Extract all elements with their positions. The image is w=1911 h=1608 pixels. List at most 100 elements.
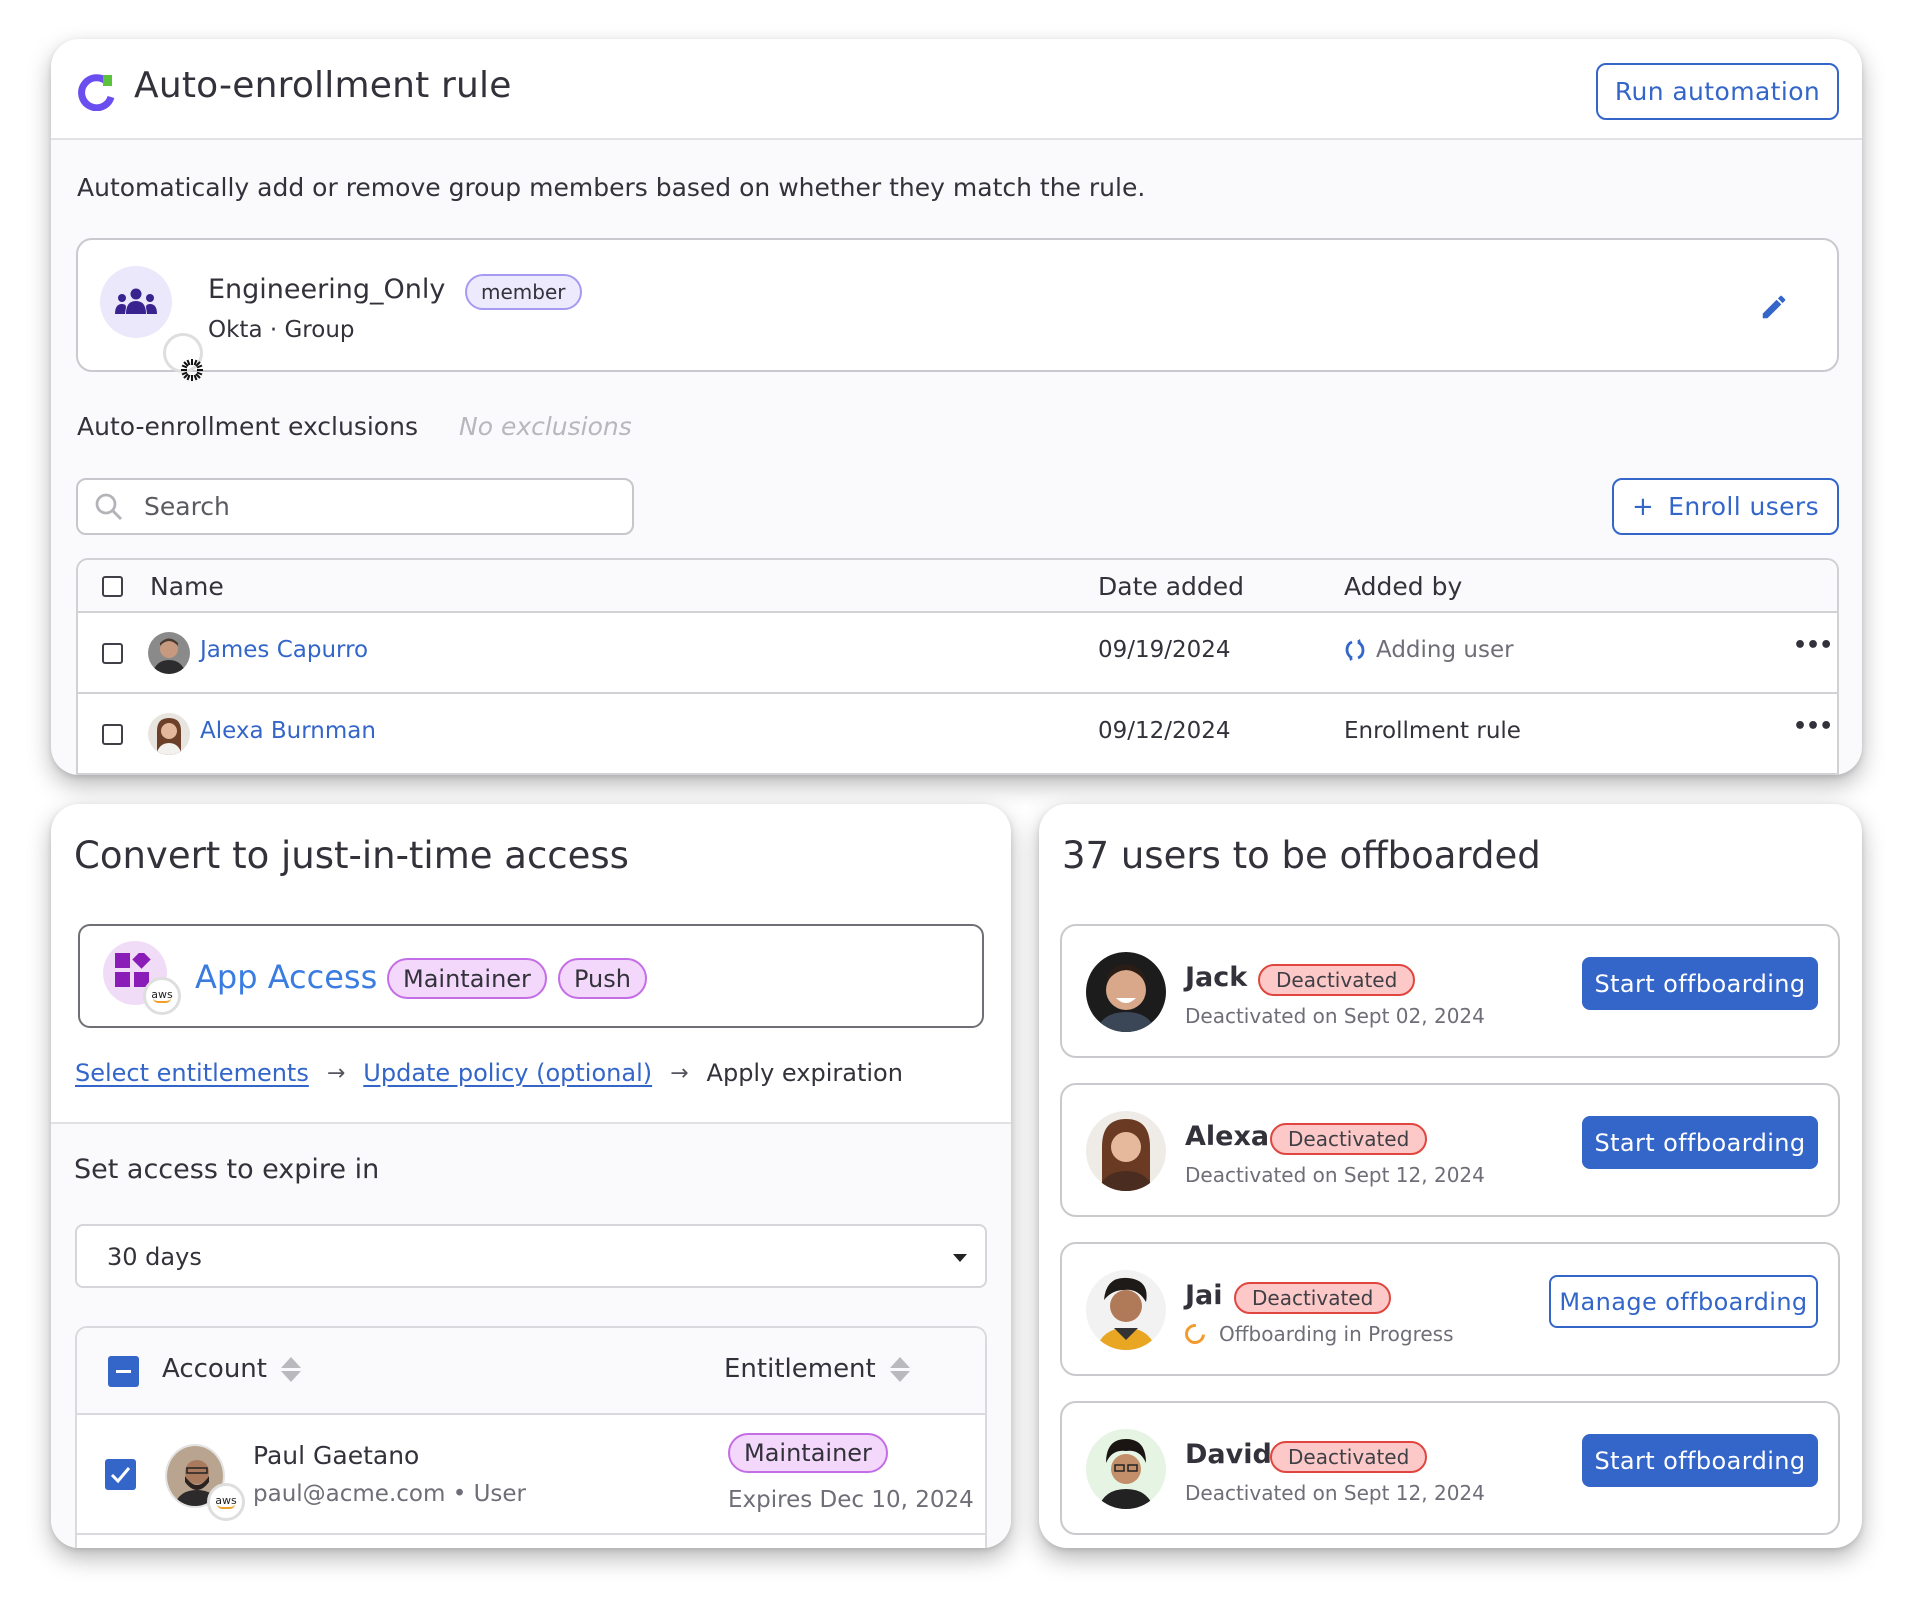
run-automation-button[interactable]: Run automation xyxy=(1596,63,1839,120)
group-icon xyxy=(115,288,157,314)
expiry-date: Expires Dec 10, 2024 xyxy=(728,1487,974,1513)
table-row: aws Paul Gaetano paul@acme.com • User Ma… xyxy=(77,1415,985,1535)
user-subtitle: Deactivated on Sept 12, 2024 xyxy=(1185,1163,1485,1187)
group-avatar xyxy=(100,266,203,381)
enroll-users-button[interactable]: + Enroll users xyxy=(1612,478,1839,535)
avatar xyxy=(1086,1429,1166,1509)
sync-icon xyxy=(1345,639,1365,661)
entitlement-badge: Push xyxy=(558,958,647,999)
app-avatar: aws xyxy=(103,941,181,1015)
wizard-steps: Select entitlements → Update policy (opt… xyxy=(75,1059,903,1087)
column-header-entitlement-label: Entitlement xyxy=(724,1354,876,1384)
app-logo-icon xyxy=(78,74,115,111)
group-name: Engineering_Only xyxy=(208,274,446,305)
deactivated-badge: Deactivated xyxy=(1234,1282,1392,1314)
expire-duration-select[interactable]: 30 days xyxy=(75,1224,987,1288)
table-row: James Capurro 09/19/2024 Adding user ••• xyxy=(78,613,1837,694)
enroll-users-label: Enroll users xyxy=(1668,492,1820,521)
start-offboarding-button[interactable]: Start offboarding xyxy=(1582,957,1818,1010)
member-badge: member xyxy=(465,274,582,310)
edit-pencil-icon[interactable] xyxy=(1759,292,1789,322)
offboard-title: 37 users to be offboarded xyxy=(1062,834,1541,877)
column-header-date-added[interactable]: Date added xyxy=(1098,572,1244,601)
offboard-user-item: Jack Deactivated Deactivated on Sept 02,… xyxy=(1060,924,1840,1058)
user-name: Alexa xyxy=(1185,1121,1270,1152)
rule-description: Automatically add or remove group member… xyxy=(77,173,1146,202)
sort-icon xyxy=(889,1356,910,1382)
user-name: Jai xyxy=(1185,1280,1223,1311)
column-header-account-label: Account xyxy=(162,1354,267,1384)
offboarding-card: 37 users to be offboarded Jack Deactivat… xyxy=(1039,804,1862,1548)
entitlement-badge: Maintainer xyxy=(728,1433,888,1473)
user-name-link[interactable]: Alexa Burnman xyxy=(200,718,376,744)
column-header-added-by[interactable]: Added by xyxy=(1344,572,1462,601)
row-checkbox[interactable] xyxy=(102,724,123,745)
exclusions-table: Name Date added Added by James Capurro 0… xyxy=(76,558,1839,775)
aws-icon: aws xyxy=(143,977,181,1015)
step-select-entitlements[interactable]: Select entitlements xyxy=(75,1059,309,1087)
account-subtitle: paul@acme.com • User xyxy=(253,1481,527,1507)
added-by-text: Adding user xyxy=(1376,637,1514,663)
table-header: Name Date added Added by xyxy=(78,560,1837,613)
accounts-table: Account Entitlement aws Paul Gaetano pau… xyxy=(75,1326,987,1548)
group-subtitle: Okta · Group xyxy=(208,317,355,343)
progress-spinner-icon xyxy=(1180,1319,1210,1349)
plus-icon: + xyxy=(1631,491,1655,522)
checkmark-icon xyxy=(110,1467,131,1484)
sort-icon xyxy=(280,1356,301,1382)
search-input[interactable] xyxy=(144,492,604,521)
user-name-link[interactable]: James Capurro xyxy=(200,637,368,663)
user-name: Jack xyxy=(1185,962,1248,993)
aws-icon: aws xyxy=(207,1483,245,1521)
user-subtitle: Offboarding in Progress xyxy=(1180,1319,1454,1349)
added-by: Enrollment rule xyxy=(1344,718,1521,744)
page-title: Auto-enrollment rule xyxy=(134,65,512,106)
column-header-entitlement[interactable]: Entitlement xyxy=(724,1354,910,1384)
user-subtitle: Deactivated on Sept 02, 2024 xyxy=(1185,1004,1485,1028)
jit-access-card: Convert to just-in-time access aws App A… xyxy=(51,804,1011,1548)
deactivated-badge: Deactivated xyxy=(1270,1441,1428,1473)
column-header-name[interactable]: Name xyxy=(150,572,224,601)
start-offboarding-button[interactable]: Start offboarding xyxy=(1582,1116,1818,1169)
table-header: Account Entitlement xyxy=(77,1328,985,1415)
auto-enrollment-card: Auto-enrollment rule Run automation Auto… xyxy=(51,39,1862,775)
start-offboarding-button[interactable]: Start offboarding xyxy=(1582,1434,1818,1487)
offboarding-status: Offboarding in Progress xyxy=(1219,1322,1454,1346)
step-apply-expiration: Apply expiration xyxy=(706,1059,903,1087)
offboard-user-item: Jai Deactivated Offboarding in Progress … xyxy=(1060,1242,1840,1376)
deactivated-badge: Deactivated xyxy=(1270,1123,1428,1155)
okta-icon xyxy=(163,333,203,381)
entitlement-badge: Maintainer xyxy=(387,958,547,999)
more-options-icon[interactable]: ••• xyxy=(1793,714,1833,739)
arrow-right-icon: → xyxy=(326,1060,346,1086)
date-added: 09/12/2024 xyxy=(1098,718,1231,744)
exclusions-value: No exclusions xyxy=(459,412,632,441)
avatar xyxy=(1086,1111,1166,1191)
user-subtitle: Deactivated on Sept 12, 2024 xyxy=(1185,1481,1485,1505)
more-options-icon[interactable]: ••• xyxy=(1793,633,1833,658)
manage-offboarding-button[interactable]: Manage offboarding xyxy=(1549,1275,1818,1328)
avatar xyxy=(148,713,190,755)
select-all-checkbox[interactable] xyxy=(108,1356,139,1387)
deactivated-badge: Deactivated xyxy=(1258,964,1416,996)
offboard-user-item: David Deactivated Deactivated on Sept 12… xyxy=(1060,1401,1840,1535)
select-all-checkbox[interactable] xyxy=(102,576,123,597)
avatar xyxy=(1086,952,1166,1032)
expire-label: Set access to expire in xyxy=(74,1154,380,1185)
column-header-account[interactable]: Account xyxy=(162,1354,301,1384)
user-name: David xyxy=(1185,1439,1272,1470)
offboard-user-item: Alexa Deactivated Deactivated on Sept 12… xyxy=(1060,1083,1840,1217)
search-field[interactable] xyxy=(76,478,634,535)
table-row: Alexa Burnman 09/12/2024 Enrollment rule… xyxy=(78,694,1837,775)
date-added: 09/19/2024 xyxy=(1098,637,1231,663)
jit-title: Convert to just-in-time access xyxy=(74,834,629,877)
added-by: Adding user xyxy=(1344,637,1514,663)
avatar xyxy=(1086,1270,1166,1350)
step-update-policy[interactable]: Update policy (optional) xyxy=(363,1059,652,1087)
caret-down-icon xyxy=(953,1254,967,1262)
expiration-section: Set access to expire in 30 days Account … xyxy=(51,1122,1011,1548)
group-card: Engineering_Only member Okta · Group xyxy=(76,238,1839,381)
row-checkbox-checked[interactable] xyxy=(105,1459,136,1490)
row-checkbox[interactable] xyxy=(102,643,123,664)
card-header: Auto-enrollment rule Run automation xyxy=(51,39,1862,140)
